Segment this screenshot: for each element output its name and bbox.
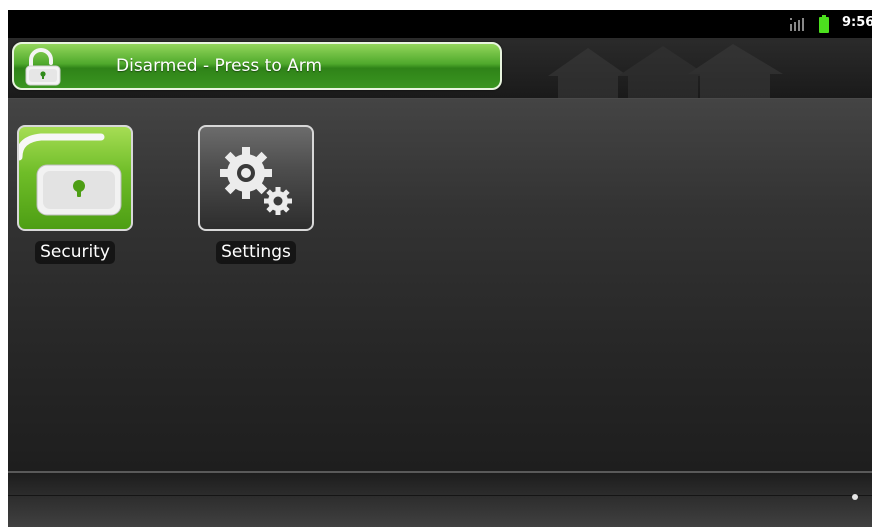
header-bar: Disarmed - Press to Arm	[8, 38, 872, 99]
device-screen: 9:56 Disarmed - Press to Arm Security Se…	[8, 10, 872, 527]
unlocked-padlock-icon	[19, 133, 122, 216]
gears-icon	[220, 147, 292, 215]
app-grid: Security Settings	[8, 99, 872, 471]
house-silhouettes-icon	[548, 44, 783, 98]
unlocked-padlock-icon	[25, 48, 61, 86]
arm-status-label: Disarmed - Press to Arm	[116, 56, 323, 76]
app-settings-label: Settings	[216, 241, 296, 264]
security-app-icon-frame	[17, 125, 133, 231]
status-clock: 9:56	[842, 15, 872, 30]
app-security-label: Security	[35, 241, 115, 264]
status-bar: 9:56	[8, 10, 872, 38]
settings-app-icon-frame	[198, 125, 314, 231]
page-indicator-dot-icon	[852, 494, 858, 500]
dock-divider	[8, 495, 872, 496]
dock-bar	[8, 471, 872, 527]
app-security[interactable]: Security	[8, 125, 145, 264]
app-settings[interactable]: Settings	[186, 125, 326, 264]
battery-icon	[819, 15, 829, 33]
arm-button[interactable]: Disarmed - Press to Arm	[12, 42, 502, 90]
signal-bars-icon	[790, 18, 804, 31]
